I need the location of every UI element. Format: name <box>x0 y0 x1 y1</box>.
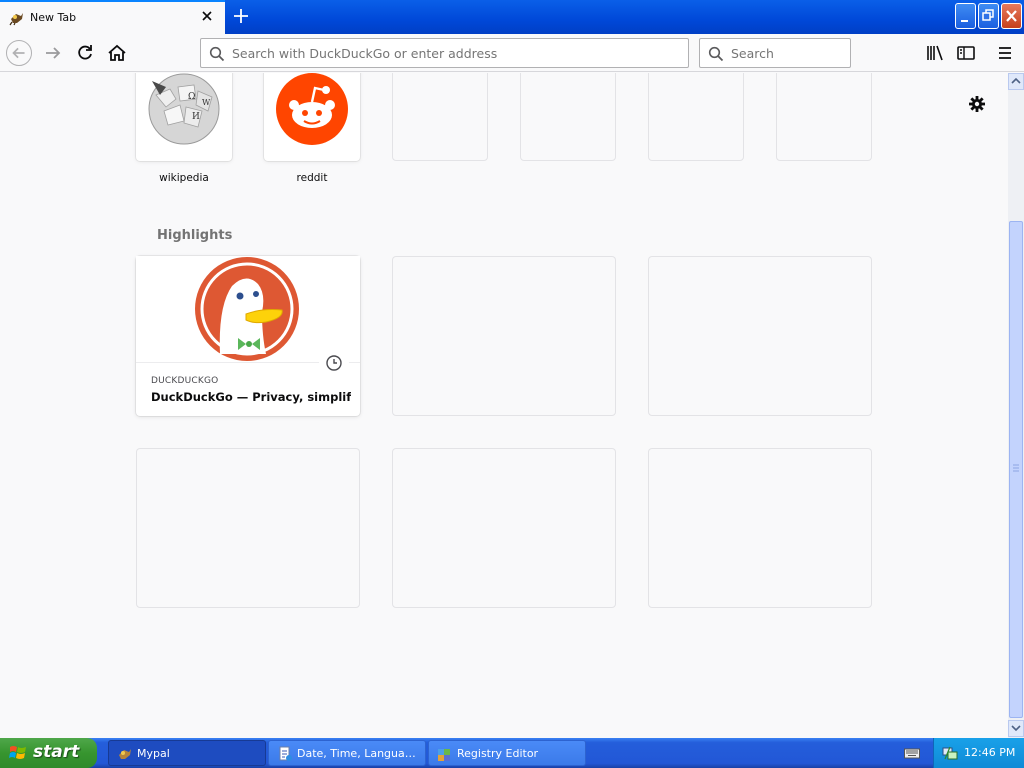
top-site-empty-slot <box>520 73 616 161</box>
taskbar: start Mypal Date, Time, Languag... Regis… <box>0 738 1024 768</box>
search-input[interactable] <box>731 44 841 62</box>
title-bar: New Tab <box>0 0 1024 34</box>
reload-icon[interactable] <box>72 40 98 66</box>
svg-text:W: W <box>202 98 211 107</box>
library-icon[interactable] <box>922 40 948 66</box>
top-site-label: wikipedia <box>159 172 209 184</box>
start-label: start <box>33 742 80 762</box>
taskbar-item-label: Mypal <box>137 747 170 760</box>
scroll-thumb[interactable] <box>1009 221 1023 718</box>
top-site-wikipedia[interactable]: Ω И W <box>136 73 232 161</box>
highlights-heading: Highlights <box>157 228 233 243</box>
duckduckgo-logo <box>195 257 299 361</box>
control-panel-icon <box>279 746 292 761</box>
top-site-reddit[interactable] <box>264 73 360 161</box>
new-tab-plus-icon[interactable] <box>232 7 250 25</box>
highlight-empty-slot <box>648 448 872 608</box>
registry-editor-icon <box>438 749 450 761</box>
address-bar[interactable] <box>200 38 689 68</box>
vertical-scrollbar[interactable] <box>1008 73 1024 738</box>
navigation-toolbar <box>0 34 1024 72</box>
forward-arrow-icon[interactable] <box>40 40 66 66</box>
taskbar-item-mypal[interactable]: Mypal <box>108 740 266 766</box>
highlight-empty-slot <box>392 256 616 416</box>
highlight-empty-slot <box>648 256 872 416</box>
back-arrow-icon[interactable] <box>6 40 32 66</box>
card-source: DUCKDUCKGO <box>151 376 219 386</box>
card-preview-image <box>136 256 360 363</box>
top-site-empty-slot <box>392 73 488 161</box>
wikipedia-globe-icon: Ω И W <box>148 73 220 145</box>
address-input[interactable] <box>232 44 672 62</box>
top-site-label: reddit <box>296 172 328 184</box>
search-icon <box>209 46 225 62</box>
taskbar-item-date-time[interactable]: Date, Time, Languag... <box>268 740 426 766</box>
top-site-empty-slot <box>648 73 744 161</box>
mypal-icon <box>119 749 131 759</box>
taskbar-item-label: Registry Editor <box>457 747 539 760</box>
restore-button[interactable] <box>978 3 999 29</box>
close-tab-icon[interactable] <box>200 9 214 23</box>
card-title: DuckDuckGo — Privacy, simplifi... <box>151 390 351 404</box>
home-icon[interactable] <box>104 40 130 66</box>
highlight-card-duckduckgo[interactable]: DUCKDUCKGO DuckDuckGo — Privacy, simplif… <box>136 256 360 416</box>
hamburger-menu-icon[interactable] <box>992 40 1018 66</box>
start-button[interactable]: start <box>0 738 97 768</box>
clock-icon <box>319 348 349 378</box>
tab-title: New Tab <box>30 11 77 24</box>
system-tray: 12:46 PM <box>933 738 1024 768</box>
tab-new-tab[interactable]: New Tab <box>0 0 225 34</box>
clock: 12:46 PM <box>964 746 1016 759</box>
svg-text:Ω: Ω <box>188 92 195 102</box>
reddit-alien-icon <box>276 73 348 145</box>
taskbar-item-label: Date, Time, Languag... <box>297 747 421 760</box>
network-icon[interactable] <box>942 745 958 761</box>
gear-icon[interactable] <box>967 94 987 114</box>
sidebar-icon[interactable] <box>953 40 979 66</box>
minimize-button[interactable] <box>955 3 976 29</box>
mypal-favicon-icon <box>9 13 23 26</box>
highlight-empty-slot <box>392 448 616 608</box>
taskbar-item-registry-editor[interactable]: Registry Editor <box>428 740 586 766</box>
new-tab-page: Ω И W wikipedia reddit Highlights DUCKDU… <box>0 73 1008 738</box>
scroll-down-button[interactable] <box>1008 720 1024 737</box>
windows-logo-icon <box>9 746 26 759</box>
search-icon <box>708 46 724 62</box>
top-site-empty-slot <box>776 73 872 161</box>
close-window-button[interactable] <box>1001 3 1022 29</box>
svg-text:И: И <box>192 112 200 122</box>
search-bar[interactable] <box>699 38 851 68</box>
highlight-empty-slot <box>136 448 360 608</box>
scroll-up-button[interactable] <box>1008 73 1024 90</box>
keyboard-icon[interactable] <box>904 747 920 759</box>
